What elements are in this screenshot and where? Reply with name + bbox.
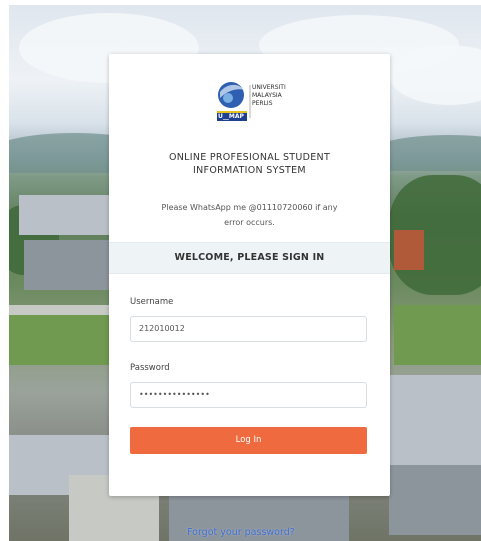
notice-line1: Please WhatsApp me @01110720060 if any (161, 203, 338, 212)
login-card: UNIVERSITI MALAYSIA PERLIS U__MAP ONLINE… (109, 54, 390, 496)
login-button[interactable]: Log In (130, 427, 367, 454)
notice-line2: error occurs. (224, 218, 275, 227)
logo-line-universiti: UNIVERSITI (252, 84, 286, 91)
logo-line-perlis: PERLIS (252, 100, 273, 107)
forgot-password-link[interactable]: Forgot your password? (187, 527, 295, 538)
username-input[interactable]: 212010012 (130, 316, 367, 342)
unimap-logo: UNIVERSITI MALAYSIA PERLIS U__MAP (214, 78, 286, 124)
whatsapp-notice: Please WhatsApp me @01110720060 if any e… (159, 200, 340, 230)
username-label: Username (130, 297, 174, 307)
password-label: Password (130, 363, 170, 373)
logo-mark-text: U__MAP (218, 113, 244, 120)
logo-line-malaysia: MALAYSIA (252, 92, 282, 99)
password-input[interactable]: ••••••••••••••• (130, 382, 367, 408)
system-title-line2: INFORMATION SYSTEM (193, 165, 306, 176)
welcome-banner: WELCOME, PLEASE SIGN IN (109, 242, 390, 274)
welcome-text: WELCOME, PLEASE SIGN IN (174, 252, 325, 263)
system-title-line1: ONLINE PROFESIONAL STUDENT (168, 152, 331, 163)
system-title: ONLINE PROFESIONAL STUDENT INFORMATION S… (109, 151, 390, 177)
